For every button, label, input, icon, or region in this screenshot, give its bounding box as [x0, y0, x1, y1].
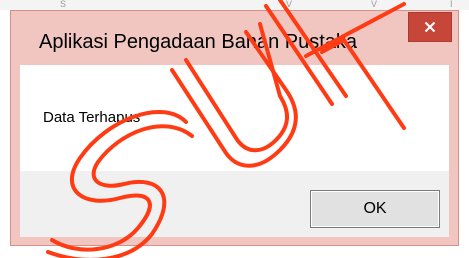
background-text-fragment: I — [450, 0, 453, 9]
message-area: Data Terhapus — [20, 65, 449, 171]
close-button[interactable] — [408, 12, 452, 42]
dialog-message: Data Terhapus — [43, 109, 141, 126]
desktop-background-strip: S V V I — [0, 0, 469, 10]
message-dialog: Aplikasi Pengadaan Bahan Pustaka Data Te… — [10, 10, 459, 246]
background-text-fragment: S — [60, 0, 67, 9]
ok-button[interactable]: OK — [310, 190, 440, 228]
dialog-content: Data Terhapus OK — [20, 65, 449, 237]
close-icon — [424, 21, 436, 33]
background-text-fragment: V — [371, 0, 378, 9]
dialog-title: Aplikasi Pengadaan Bahan Pustaka — [39, 31, 358, 53]
dialog-titlebar[interactable]: Aplikasi Pengadaan Bahan Pustaka — [11, 11, 458, 65]
background-text-fragment: V — [286, 0, 293, 9]
